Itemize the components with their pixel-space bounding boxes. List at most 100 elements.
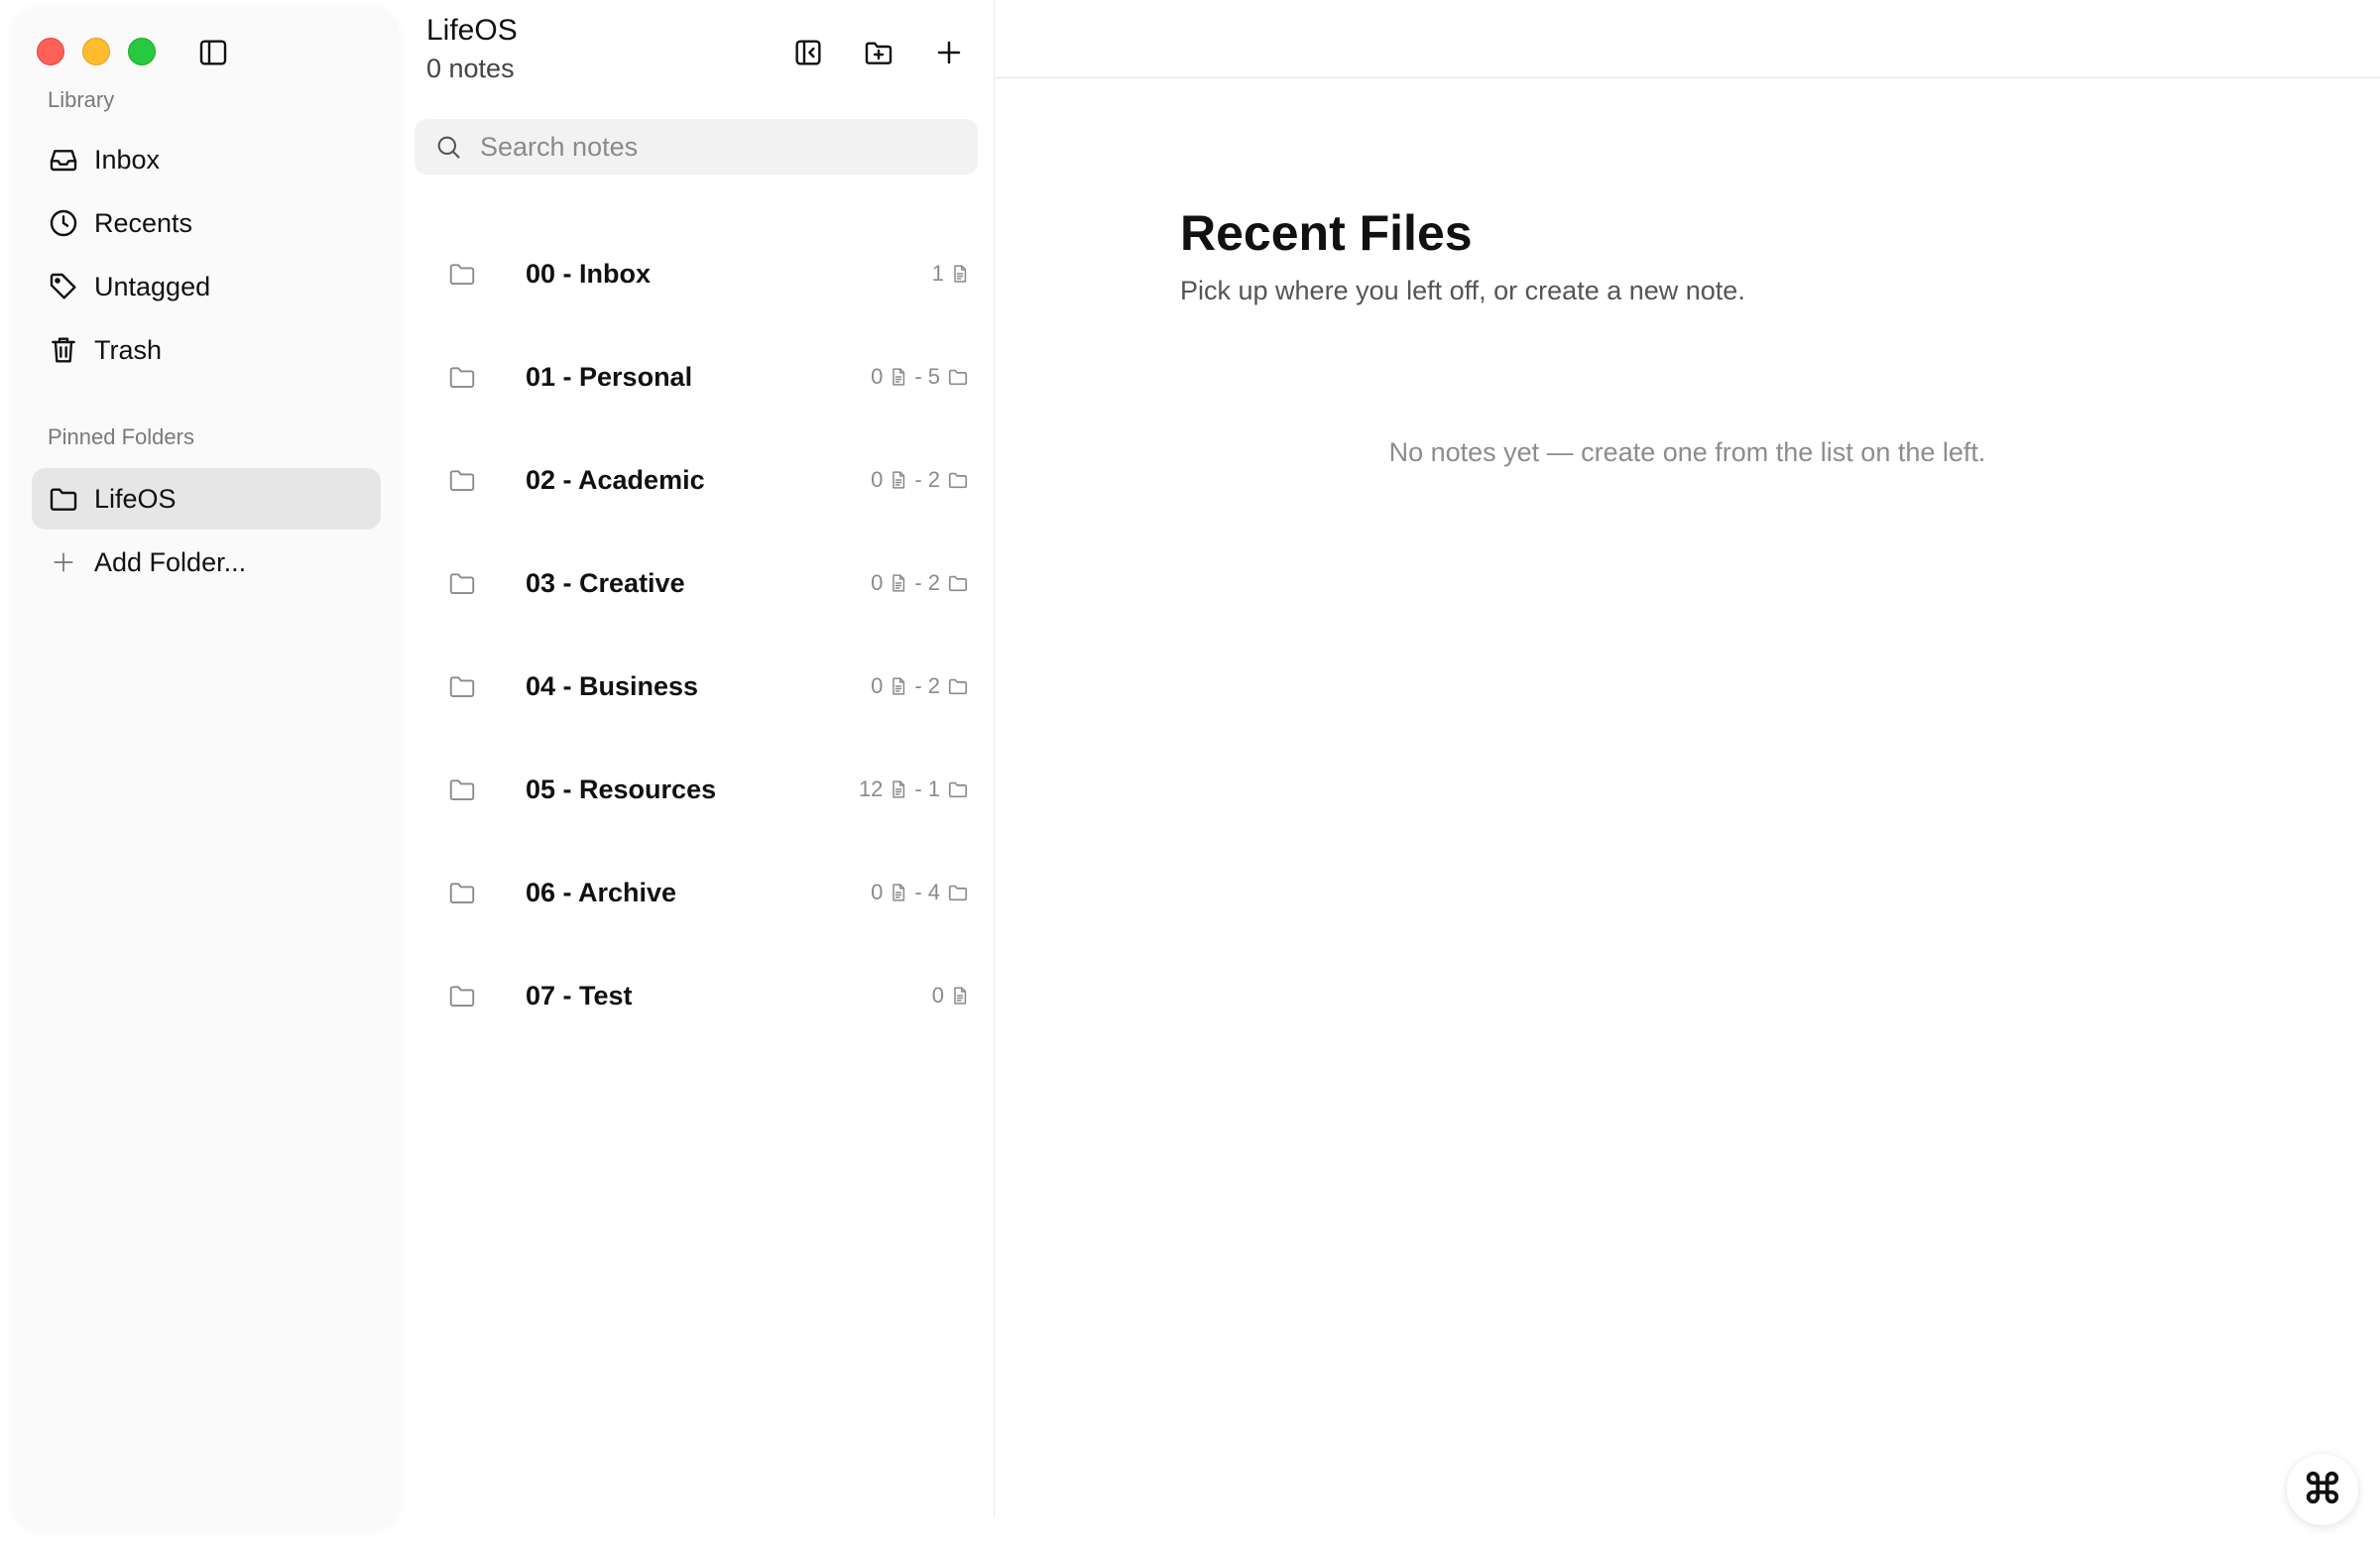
folder-icon bbox=[946, 778, 970, 800]
folder-name: 06 - Archive bbox=[526, 877, 677, 907]
folder-name: 01 - Personal bbox=[526, 361, 693, 392]
plus-icon bbox=[48, 546, 79, 578]
note-count: 0 notes bbox=[426, 54, 515, 83]
collapse-list-button[interactable] bbox=[789, 34, 827, 71]
folder-icon bbox=[446, 259, 480, 289]
folder-plus-icon bbox=[862, 37, 895, 68]
folder-icon bbox=[946, 469, 970, 491]
search-bar[interactable] bbox=[415, 119, 978, 175]
subfolder-count: 2 bbox=[927, 467, 940, 492]
separator: - bbox=[914, 570, 922, 595]
folder-icon bbox=[48, 483, 79, 515]
maximize-window-button[interactable] bbox=[128, 38, 156, 65]
separator: - bbox=[914, 364, 922, 389]
folder-name: 02 - Academic bbox=[526, 464, 705, 495]
folder-icon bbox=[446, 671, 480, 701]
tag-icon bbox=[48, 271, 79, 302]
panel-collapse-icon bbox=[792, 37, 824, 68]
separator: - bbox=[914, 467, 922, 492]
subfolder-count: 4 bbox=[927, 880, 940, 904]
folder-row[interactable]: 02 - Academic 0 -2 bbox=[426, 444, 970, 516]
sidebar-item-recents[interactable]: Recents bbox=[32, 192, 381, 254]
header-divider bbox=[995, 77, 2380, 78]
folder-stats: 0 -2 bbox=[871, 570, 970, 596]
folder-stats: 0 -4 bbox=[871, 880, 970, 905]
subfolder-count: 5 bbox=[927, 364, 940, 389]
sidebar-item-label: Inbox bbox=[94, 144, 161, 175]
folder-row[interactable]: 04 - Business 0 -2 bbox=[426, 651, 970, 722]
note-count: 0 bbox=[871, 364, 884, 389]
separator: - bbox=[914, 776, 922, 801]
toggle-sidebar-button[interactable] bbox=[194, 34, 232, 71]
note-count: 0 bbox=[871, 467, 884, 492]
folder-icon bbox=[946, 675, 970, 697]
trash-icon bbox=[48, 334, 79, 366]
folder-stats: 0 -5 bbox=[871, 364, 970, 390]
folder-stats: 12 -1 bbox=[859, 776, 970, 802]
folder-name: 07 - Test bbox=[526, 980, 633, 1011]
folder-icon bbox=[446, 465, 480, 495]
sidebar-item-label: Recents bbox=[94, 207, 193, 238]
folder-icon bbox=[446, 981, 480, 1011]
note-count: 0 bbox=[871, 570, 884, 595]
close-window-button[interactable] bbox=[37, 38, 64, 65]
search-icon bbox=[434, 133, 462, 161]
folder-name: 03 - Creative bbox=[526, 567, 685, 598]
sidebar-item-trash[interactable]: Trash bbox=[32, 319, 381, 381]
folder-name: 00 - Inbox bbox=[526, 258, 652, 289]
note-count: 0 bbox=[871, 880, 884, 904]
folder-icon bbox=[946, 366, 970, 388]
page-title: Recent Files bbox=[1180, 205, 1473, 261]
folder-icon bbox=[446, 362, 480, 392]
sidebar-item-label: Untagged bbox=[94, 271, 211, 301]
folder-stats: 0 -2 bbox=[871, 467, 970, 493]
inbox-icon bbox=[48, 144, 79, 176]
document-icon bbox=[889, 675, 908, 697]
folder-row[interactable]: 05 - Resources 12 -1 bbox=[426, 754, 970, 825]
new-folder-button[interactable] bbox=[859, 34, 898, 71]
document-icon bbox=[889, 572, 908, 594]
note-count: 0 bbox=[931, 983, 944, 1008]
folder-row[interactable]: 01 - Personal 0 -5 bbox=[426, 341, 970, 413]
document-icon bbox=[889, 366, 908, 388]
folder-row[interactable]: 00 - Inbox 1 bbox=[426, 238, 970, 309]
search-input[interactable] bbox=[478, 130, 954, 164]
document-icon bbox=[889, 469, 908, 491]
library-label: Library bbox=[48, 87, 115, 112]
folder-stats: 1 bbox=[932, 261, 970, 287]
document-icon bbox=[889, 778, 908, 800]
folder-title: LifeOS bbox=[426, 14, 518, 47]
folder-name: 05 - Resources bbox=[526, 774, 717, 804]
note-count: 1 bbox=[931, 261, 944, 286]
pinned-folder-lifeos[interactable]: LifeOS bbox=[32, 468, 381, 530]
minimize-window-button[interactable] bbox=[82, 38, 110, 65]
command-key-icon bbox=[2304, 1469, 2341, 1511]
folder-row[interactable]: 03 - Creative 0 -2 bbox=[426, 547, 970, 619]
plus-icon bbox=[934, 38, 964, 67]
sidebar-item-inbox[interactable]: Inbox bbox=[32, 129, 381, 190]
document-icon bbox=[889, 882, 908, 903]
empty-state-message: No notes yet — create one from the list … bbox=[1388, 437, 1986, 467]
sidebar-item-untagged[interactable]: Untagged bbox=[32, 256, 381, 317]
folder-stats: 0 bbox=[932, 983, 970, 1009]
document-icon bbox=[950, 263, 970, 285]
subfolder-count: 1 bbox=[927, 776, 940, 801]
command-palette-button[interactable] bbox=[2287, 1454, 2358, 1525]
new-note-button[interactable] bbox=[930, 34, 968, 71]
folder-name: 04 - Business bbox=[526, 670, 699, 701]
separator: - bbox=[914, 673, 922, 698]
folder-icon bbox=[446, 774, 480, 804]
folder-icon bbox=[946, 882, 970, 903]
note-count: 0 bbox=[871, 673, 884, 698]
add-folder-button[interactable]: Add Folder... bbox=[32, 532, 381, 593]
pinned-folders-label: Pinned Folders bbox=[48, 424, 194, 449]
page-subtitle: Pick up where you left off, or create a … bbox=[1180, 276, 1745, 305]
document-icon bbox=[950, 985, 970, 1007]
folder-icon bbox=[446, 568, 480, 598]
column-divider bbox=[994, 0, 995, 1517]
folder-row[interactable]: 07 - Test 0 bbox=[426, 960, 970, 1031]
folder-icon bbox=[446, 878, 480, 907]
subfolder-count: 2 bbox=[927, 673, 940, 698]
folder-row[interactable]: 06 - Archive 0 -4 bbox=[426, 857, 970, 928]
clock-icon bbox=[48, 207, 79, 239]
